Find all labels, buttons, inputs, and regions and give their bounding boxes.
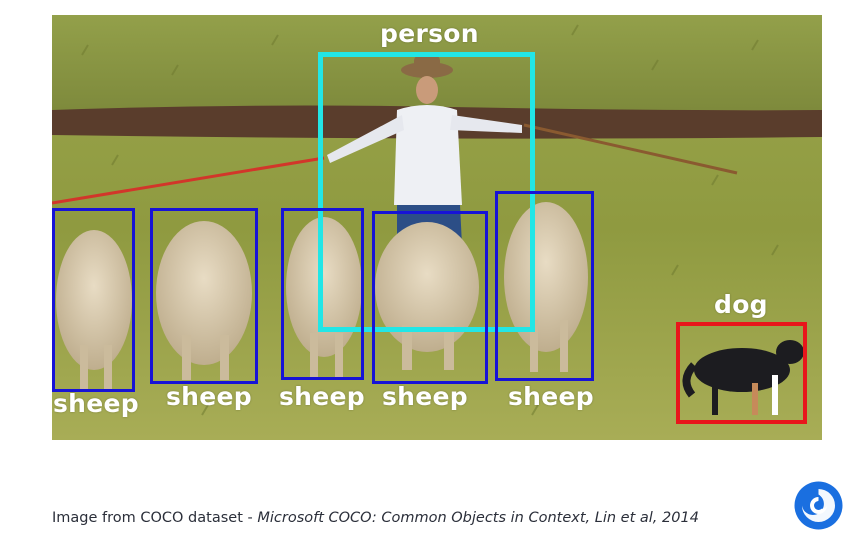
sheep-label-2: sheep (166, 382, 252, 411)
image-caption: Image from COCO dataset - Microsoft COCO… (52, 510, 699, 526)
sheep-bounding-box-2 (150, 208, 258, 384)
sheep-label-1: sheep (53, 389, 139, 418)
sheep-bounding-box-3 (281, 208, 364, 380)
sheep-bounding-box-4 (372, 211, 488, 384)
sheep-label-3: sheep (279, 382, 365, 411)
dog-label: dog (714, 290, 768, 319)
sheep-label-4: sheep (382, 382, 468, 411)
caption-citation: Microsoft COCO: Common Objects in Contex… (257, 510, 699, 526)
swirl-logo-icon[interactable] (794, 481, 843, 530)
sheep-bounding-box-5 (495, 191, 594, 381)
sheep-label-5: sheep (508, 382, 594, 411)
sheep-bounding-box-1 (52, 208, 135, 392)
dog-bounding-box (676, 322, 807, 424)
swirl-logo-svg (794, 481, 843, 530)
caption-prefix: Image from COCO dataset - (52, 510, 258, 526)
person-label: person (380, 19, 479, 48)
coco-photo: person sheep sheep sheep sheep sheep dog (52, 15, 822, 440)
